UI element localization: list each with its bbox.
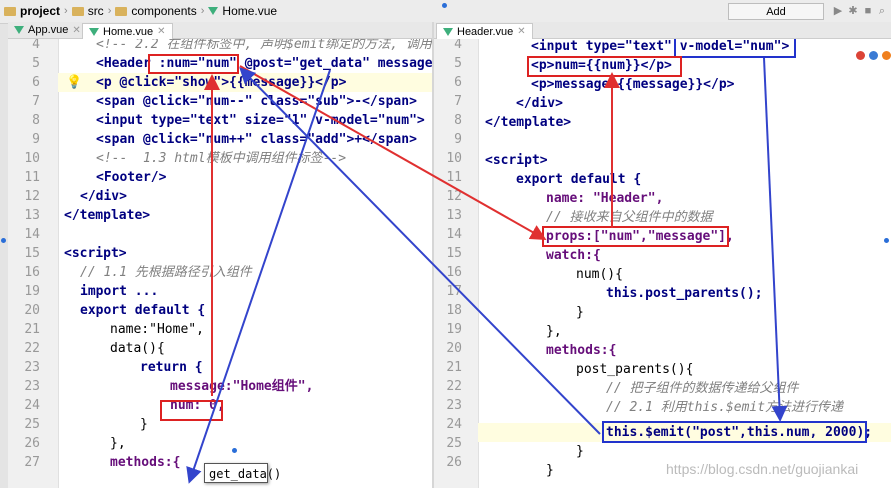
arrow-prop-to-props	[239, 65, 547, 240]
arrow-vmodel-to-emit	[763, 57, 788, 422]
arrow-emit-to-post	[239, 67, 601, 435]
annotation-arrows	[186, 57, 788, 484]
